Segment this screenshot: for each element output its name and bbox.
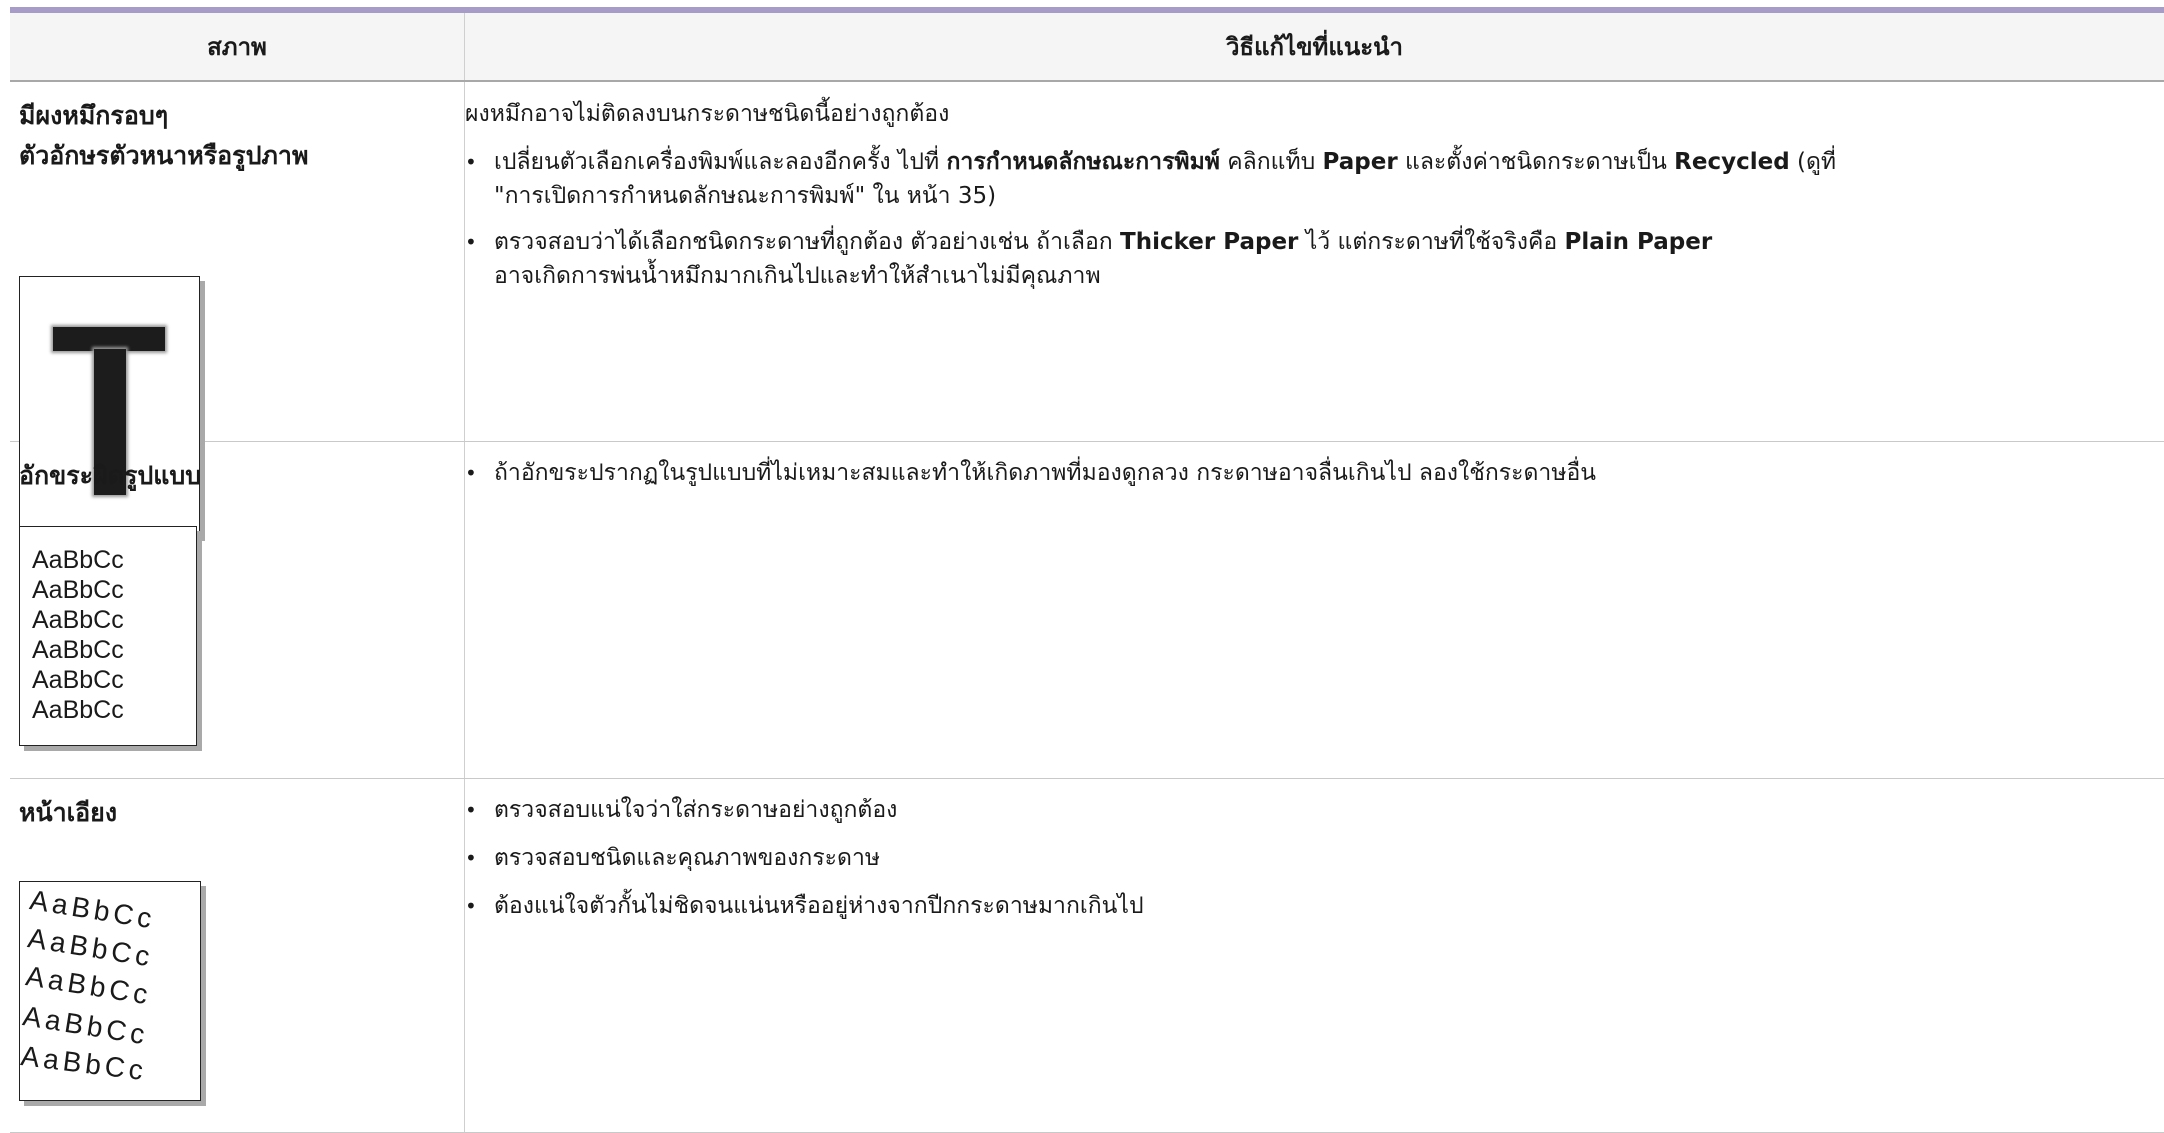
troubleshooting-table: สภาพ วิธีแก้ไขที่แนะนำ มีผงหมึกรอบๆ ตัวอ… bbox=[10, 13, 2164, 1133]
table-row: มีผงหมึกรอบๆ ตัวอักษรตัวหนาหรือรูปภาพ ผง… bbox=[10, 81, 2164, 442]
sample-text-line: AaBbCc bbox=[32, 605, 124, 635]
solution-bullet: ตรวจสอบชนิดและคุณภาพของกระดาษ bbox=[465, 841, 2164, 875]
sample-letter-t-bar bbox=[53, 327, 165, 351]
bullet-text: เปลี่ยนตัวเลือกเครื่องพิมพ์และลองอีกครั้… bbox=[494, 149, 947, 175]
condition-title-line: ตัวอักษรตัวหนาหรือรูปภาพ bbox=[19, 141, 308, 170]
condition-title: มีผงหมึกรอบๆ ตัวอักษรตัวหนาหรือรูปภาพ bbox=[19, 96, 464, 176]
solution-cell: ผงหมึกอาจไม่ติดลงบนกระดาษชนิดนี้อย่างถูก… bbox=[465, 81, 2164, 442]
solution-bullet: ตรวจสอบว่าได้เลือกชนิดกระดาษที่ถูกต้อง ต… bbox=[465, 225, 2164, 293]
sample-image-skewed-page: AaBbCc AaBbCc AaBbCc AaBbCc AaBbCc bbox=[19, 881, 201, 1101]
solution-bullet: ตรวจสอบแน่ใจว่าใส่กระดาษอย่างถูกต้อง bbox=[465, 793, 2164, 827]
bullet-bold-text: Recycled bbox=[1674, 149, 1790, 175]
bullet-text: ตรวจสอบว่าได้เลือกชนิดกระดาษที่ถูกต้อง ต… bbox=[494, 229, 1120, 255]
condition-cell: อักขระผิดรูปแบบ AaBbCc AaBbCc AaBbCc AaB… bbox=[10, 442, 465, 779]
condition-title: อักขระผิดรูปแบบ bbox=[19, 456, 464, 496]
bullet-bold-text: การกำหนดลักษณะการพิมพ์ bbox=[947, 149, 1220, 175]
bullet-text: อาจเกิดการพ่นน้ำหมึกมากเกินไปและทำให้สำเ… bbox=[494, 263, 1101, 289]
solution-bullet: ถ้าอักขระปรากฏในรูปแบบที่ไม่เหมาะสมและทำ… bbox=[465, 456, 2164, 490]
bullet-text: ไว้ แต่กระดาษที่ใช้จริงคือ bbox=[1298, 229, 1564, 255]
solution-bullet: ต้องแน่ใจตัวกั้นไม่ชิดจนแน่นหรืออยู่ห่าง… bbox=[465, 889, 2164, 923]
bullet-bold-text: Thicker Paper bbox=[1120, 229, 1298, 255]
table-header-row: สภาพ วิธีแก้ไขที่แนะนำ bbox=[10, 13, 2164, 81]
bullet-text: และตั้งค่าชนิดกระดาษเป็น bbox=[1398, 149, 1674, 175]
header-solution: วิธีแก้ไขที่แนะนำ bbox=[465, 13, 2164, 81]
condition-cell: มีผงหมึกรอบๆ ตัวอักษรตัวหนาหรือรูปภาพ bbox=[10, 81, 465, 442]
sample-text-line: AaBbCc bbox=[32, 575, 124, 605]
sample-text-lines: AaBbCc AaBbCc AaBbCc AaBbCc AaBbCc AaBbC… bbox=[32, 545, 124, 725]
bullet-bold-text: Plain Paper bbox=[1565, 229, 1713, 255]
bullet-bold-text: Paper bbox=[1323, 149, 1398, 175]
sample-text-line: AaBbCc bbox=[32, 665, 124, 695]
bullet-text: "การเปิดการกำหนดลักษณะการพิมพ์" ใน หน้า … bbox=[494, 183, 996, 209]
condition-cell: หน้าเอียง AaBbCc AaBbCc AaBbCc AaBbCc Aa… bbox=[10, 779, 465, 1133]
sample-text-line: AaBbCc bbox=[32, 695, 124, 725]
header-condition: สภาพ bbox=[10, 13, 465, 81]
solution-cell: ถ้าอักขระปรากฏในรูปแบบที่ไม่เหมาะสมและทำ… bbox=[465, 442, 2164, 779]
table-row: หน้าเอียง AaBbCc AaBbCc AaBbCc AaBbCc Aa… bbox=[10, 779, 2164, 1133]
bullet-text: คลิกแท็บ bbox=[1220, 149, 1323, 175]
bullet-text: (ดูที่ bbox=[1790, 149, 1836, 175]
condition-title: หน้าเอียง bbox=[19, 793, 464, 833]
sample-image-misformed-chars: AaBbCc AaBbCc AaBbCc AaBbCc AaBbCc AaBbC… bbox=[19, 526, 197, 746]
solution-cell: ตรวจสอบแน่ใจว่าใส่กระดาษอย่างถูกต้อง ตรว… bbox=[465, 779, 2164, 1133]
sample-text-line: AaBbCc bbox=[32, 635, 124, 665]
solution-intro: ผงหมึกอาจไม่ติดลงบนกระดาษชนิดนี้อย่างถูก… bbox=[465, 97, 2164, 131]
solution-bullet: เปลี่ยนตัวเลือกเครื่องพิมพ์และลองอีกครั้… bbox=[465, 145, 2164, 213]
table-row: อักขระผิดรูปแบบ AaBbCc AaBbCc AaBbCc AaB… bbox=[10, 442, 2164, 779]
sample-text-line: AaBbCc bbox=[32, 545, 124, 575]
condition-title-line: มีผงหมึกรอบๆ bbox=[19, 101, 168, 130]
